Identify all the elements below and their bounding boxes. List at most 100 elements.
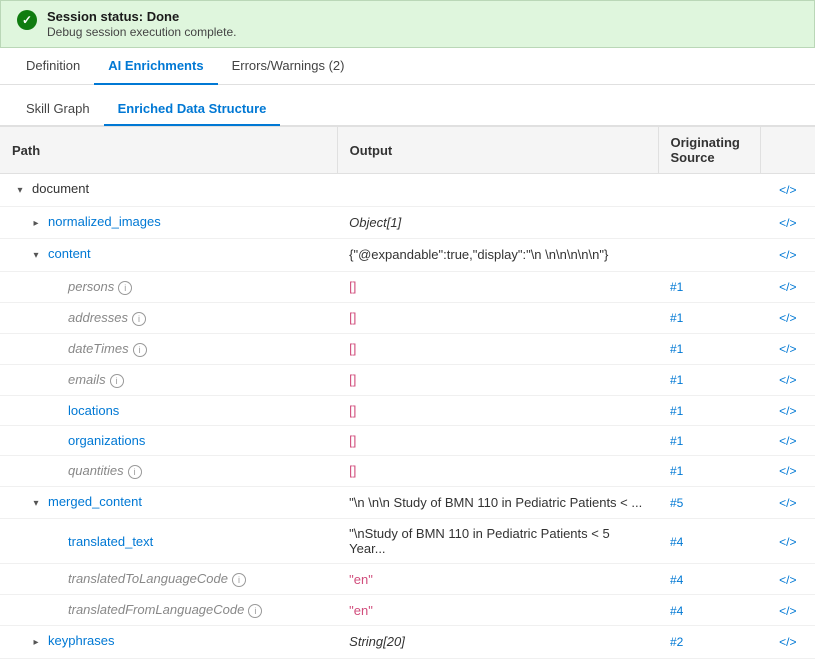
code-cell[interactable]: </>: [761, 302, 815, 333]
code-cell[interactable]: </>: [761, 239, 815, 272]
code-icon[interactable]: </>: [779, 404, 796, 418]
expand-icon[interactable]: ▸: [28, 635, 44, 651]
source-badge: #4: [670, 535, 683, 549]
code-icon[interactable]: </>: [779, 342, 796, 356]
table-row: organizations [] #1 </>: [0, 425, 815, 455]
code-cell[interactable]: </>: [761, 564, 815, 595]
output-cell: "en": [337, 564, 658, 595]
code-icon[interactable]: </>: [779, 311, 796, 325]
success-icon: [17, 10, 37, 30]
tab-definition[interactable]: Definition: [12, 48, 94, 85]
info-icon[interactable]: i: [118, 281, 132, 295]
path-label[interactable]: content: [48, 246, 91, 261]
expand-icon[interactable]: ▸: [28, 215, 44, 231]
code-icon[interactable]: </>: [779, 434, 796, 448]
info-icon[interactable]: i: [132, 312, 146, 326]
expand-icon[interactable]: ▾: [28, 248, 44, 264]
path-label[interactable]: merged_content: [48, 494, 142, 509]
code-icon[interactable]: </>: [779, 248, 796, 262]
output-value: []: [349, 341, 356, 356]
source-cell: [658, 174, 761, 207]
code-icon[interactable]: </>: [779, 496, 796, 510]
output-cell: Object[1]: [337, 206, 658, 239]
path-label[interactable]: organizations: [68, 433, 145, 448]
output-cell: []: [337, 364, 658, 395]
source-cell: #1: [658, 395, 761, 425]
header-source: Originating Source: [658, 127, 761, 174]
table-row: emailsi[]#1</>: [0, 364, 815, 395]
info-icon[interactable]: i: [110, 374, 124, 388]
expand-icon[interactable]: ▾: [12, 183, 28, 199]
table-row: ▾ content {"@expandable":true,"display":"\…: [0, 239, 815, 272]
top-nav: Definition AI Enrichments Errors/Warning…: [0, 48, 815, 85]
source-cell: #1: [658, 271, 761, 302]
code-cell[interactable]: </>: [761, 486, 815, 519]
code-cell[interactable]: </>: [761, 271, 815, 302]
path-label: persons: [68, 279, 114, 294]
output-cell: []: [337, 425, 658, 455]
code-cell[interactable]: </>: [761, 395, 815, 425]
source-cell: #4: [658, 519, 761, 564]
source-cell: #2: [658, 626, 761, 659]
code-cell[interactable]: </>: [761, 206, 815, 239]
table-row: ▾ merged_content "\n \n\n Study of BMN 110…: [0, 486, 815, 519]
path-label: dateTimes: [68, 341, 129, 356]
code-cell[interactable]: </>: [761, 519, 815, 564]
table-row: translated_text "\nStudy of BMN 110 in Pe…: [0, 519, 815, 564]
code-cell[interactable]: </>: [761, 455, 815, 486]
code-icon[interactable]: </>: [779, 464, 796, 478]
info-icon[interactable]: i: [128, 465, 142, 479]
output-cell: []: [337, 455, 658, 486]
tab-errors-warnings[interactable]: Errors/Warnings (2): [218, 48, 359, 85]
table-row: ▸keyphrasesString[20]#2</>: [0, 626, 815, 659]
source-cell: [658, 239, 761, 272]
code-icon[interactable]: </>: [779, 573, 796, 587]
path-label: translatedToLanguageCode: [68, 571, 228, 586]
path-label[interactable]: translated_text: [68, 534, 153, 549]
output-cell: []: [337, 333, 658, 364]
tab-enriched-data-structure[interactable]: Enriched Data Structure: [104, 93, 281, 126]
output-value: []: [349, 433, 356, 448]
code-cell[interactable]: </>: [761, 626, 815, 659]
expand-icon[interactable]: ▾: [28, 495, 44, 511]
path-label: addresses: [68, 310, 128, 325]
info-icon[interactable]: i: [248, 604, 262, 618]
source-badge: #1: [670, 434, 683, 448]
output-value: "\n \n\n Study of BMN 110 in Pediatric P…: [349, 495, 642, 510]
header-path: Path: [0, 127, 337, 174]
code-cell[interactable]: </>: [761, 595, 815, 626]
output-cell: "\nStudy of BMN 110 in Pediatric Patient…: [337, 519, 658, 564]
info-icon[interactable]: i: [232, 573, 246, 587]
output-cell: []: [337, 302, 658, 333]
code-icon[interactable]: </>: [779, 535, 796, 549]
code-cell[interactable]: </>: [761, 425, 815, 455]
status-text: Session status: Done Debug session execu…: [47, 9, 236, 39]
code-cell[interactable]: </>: [761, 174, 815, 207]
source-badge: #1: [670, 311, 683, 325]
code-cell[interactable]: </>: [761, 364, 815, 395]
path-label[interactable]: keyphrases: [48, 633, 114, 648]
code-icon[interactable]: </>: [779, 216, 796, 230]
table-row: personsi[]#1</>: [0, 271, 815, 302]
tab-skill-graph[interactable]: Skill Graph: [12, 93, 104, 126]
code-icon[interactable]: </>: [779, 183, 796, 197]
status-title: Session status: Done: [47, 9, 236, 24]
path-label[interactable]: locations: [68, 403, 119, 418]
info-icon[interactable]: i: [133, 343, 147, 357]
output-value: []: [349, 463, 356, 478]
code-icon[interactable]: </>: [779, 635, 796, 649]
source-cell: #1: [658, 302, 761, 333]
header-code: [761, 127, 815, 174]
output-value: "en": [349, 572, 373, 587]
output-cell: {"@expandable":true,"display":"\n \n\n\n…: [337, 239, 658, 272]
path-label[interactable]: normalized_images: [48, 214, 161, 229]
source-badge: #1: [670, 342, 683, 356]
code-icon[interactable]: </>: [779, 280, 796, 294]
source-cell: #1: [658, 333, 761, 364]
code-icon[interactable]: </>: [779, 373, 796, 387]
code-icon[interactable]: </>: [779, 604, 796, 618]
code-cell[interactable]: </>: [761, 333, 815, 364]
source-cell: [658, 206, 761, 239]
source-badge: #1: [670, 404, 683, 418]
tab-ai-enrichments[interactable]: AI Enrichments: [94, 48, 217, 85]
